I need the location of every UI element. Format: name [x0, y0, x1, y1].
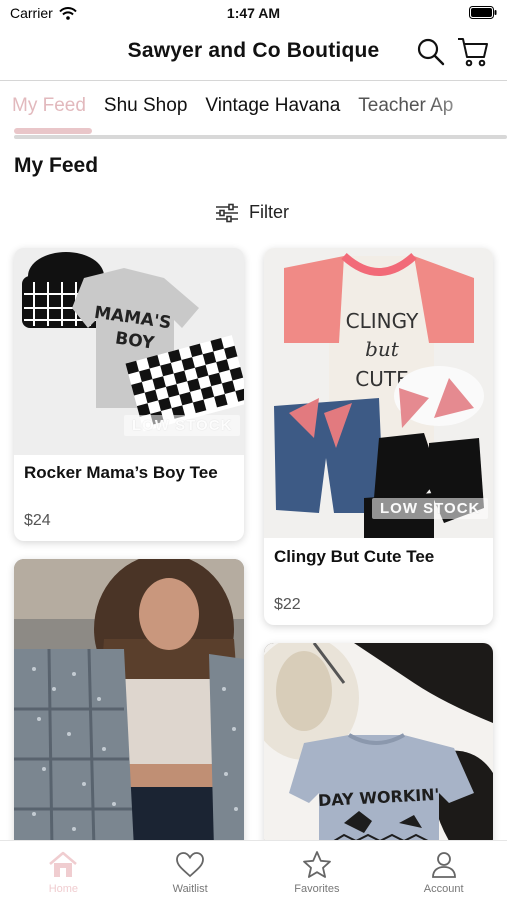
filter-sliders-icon	[216, 203, 238, 222]
product-price: $24	[24, 512, 51, 529]
product-photo-clingy-cute: CLINGY but CUTE	[264, 248, 493, 538]
clock: 1:47 AM	[226, 5, 281, 21]
tab-row: My Feed Shu Shop Vintage Havana Teacher …	[12, 95, 453, 117]
nav-home-label: Home	[48, 883, 79, 895]
app-header: Sawyer and Co Boutique	[0, 28, 507, 78]
section-title: My Feed	[14, 154, 99, 177]
filter-label: Filter	[249, 202, 289, 222]
nav-waitlist[interactable]: Waitlist	[127, 841, 254, 900]
product-name: Clingy But Cute Tee	[274, 547, 435, 566]
nav-favorites[interactable]: Favorites	[254, 841, 381, 900]
low-stock-badge: LOW STOCK	[372, 498, 489, 519]
product-name: Rocker Mama’s Boy Tee	[24, 463, 218, 482]
cart-button[interactable]	[456, 36, 490, 68]
product-image	[14, 559, 244, 849]
product-card[interactable]: CLINGY but CUTE LOW STOCK Clingy But Cut…	[264, 248, 493, 625]
tab-vintage-havana[interactable]: Vintage Havana	[205, 95, 340, 117]
battery-icon	[469, 6, 497, 19]
search-icon	[417, 38, 445, 66]
nav-favorites-label: Favorites	[294, 883, 340, 895]
tee-print-line-1: CLINGY	[346, 309, 419, 333]
nav-account[interactable]: Account	[380, 841, 507, 900]
star-icon	[302, 851, 331, 878]
cart-icon	[458, 38, 488, 67]
product-image: CLINGY but CUTE LOW STOCK	[264, 248, 493, 538]
product-photo-rhinestone-jacket	[14, 559, 244, 849]
product-price: $22	[274, 596, 301, 613]
status-bar: Carrier 1:47 AM	[0, 0, 507, 28]
product-image: MAMA'S BOY LOW STOCK	[14, 248, 244, 455]
heart-icon	[176, 852, 205, 878]
person-icon	[431, 852, 456, 878]
product-card[interactable]: MAMA'S BOY LOW STOCK Rocker Mama’s Boy T…	[14, 248, 244, 541]
bottom-tab-bar: Home Waitlist Favorites Account	[0, 840, 507, 900]
product-photo-day-workin: DAY WORKIN'	[264, 643, 493, 849]
product-image: DAY WORKIN'	[264, 643, 493, 849]
filter-button[interactable]: Filter	[215, 202, 289, 223]
category-tabs: My Feed Shu Shop Vintage Havana Teacher …	[0, 80, 507, 139]
product-card[interactable]	[14, 559, 244, 849]
tab-scrollbar[interactable]	[14, 135, 507, 139]
search-button[interactable]	[416, 37, 446, 67]
product-card[interactable]: DAY WORKIN'	[264, 643, 493, 849]
nav-home[interactable]: Home	[0, 841, 127, 900]
tab-fade-overlay	[427, 81, 507, 133]
tab-my-feed[interactable]: My Feed	[12, 95, 86, 117]
low-stock-badge: LOW STOCK	[124, 415, 241, 436]
nav-account-label: Account	[423, 883, 464, 895]
home-icon	[49, 851, 78, 877]
tab-shu-shop[interactable]: Shu Shop	[104, 95, 187, 117]
active-tab-indicator	[14, 128, 92, 134]
tee-print-line-2: but	[365, 337, 400, 361]
nav-waitlist-label: Waitlist	[172, 883, 208, 895]
